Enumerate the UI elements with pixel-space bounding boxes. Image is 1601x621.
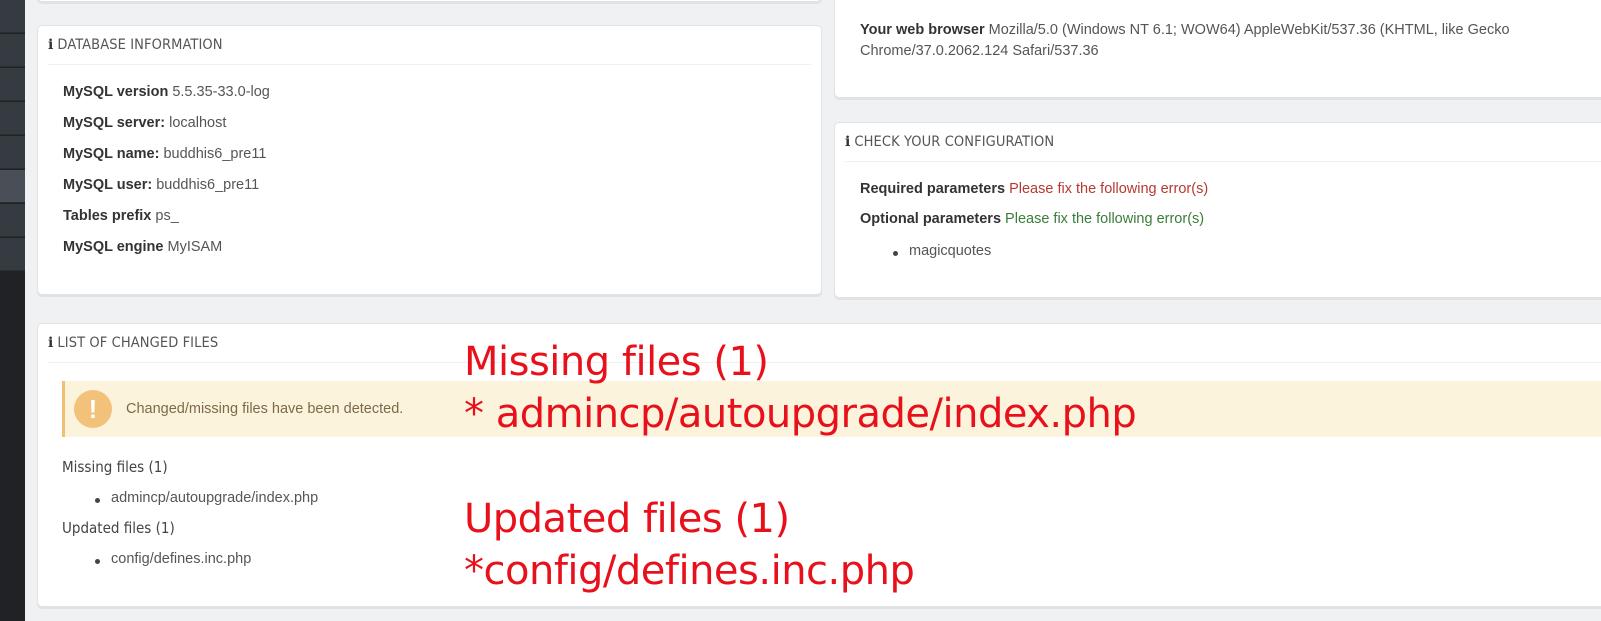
optional-status: Please fix the following error(s) xyxy=(1005,211,1205,227)
browser-line-1: Your web browser Mozilla/5.0 (Windows NT… xyxy=(860,22,1510,38)
browser-line-2: Chrome/37.0.2062.124 Safari/537.36 xyxy=(860,43,1099,59)
required-params-row: Required parameters Please fix the follo… xyxy=(860,181,1209,197)
database-panel: i DATABASE INFORMATION MySQL version 5.5.… xyxy=(37,25,822,295)
updated-files-heading: Updated files (1) xyxy=(62,519,175,537)
config-panel: i CHECK YOUR CONFIGURATION Required param… xyxy=(834,122,1601,298)
required-status: Please fix the following error(s) xyxy=(1009,181,1209,197)
sidebar-item[interactable] xyxy=(0,68,25,101)
annotation-missing-title: Missing files (1) xyxy=(464,339,769,385)
browser-panel: Your web browser Mozilla/5.0 (Windows NT… xyxy=(834,0,1601,98)
list-item: admincp/autoupgrade/index.php xyxy=(94,490,319,506)
db-row-server: MySQL server: localhost xyxy=(63,115,227,131)
sidebar-item[interactable] xyxy=(0,102,25,135)
db-row-version: MySQL version 5.5.35-33.0-log xyxy=(63,84,270,100)
annotation-updated-title: Updated files (1) xyxy=(464,496,790,542)
warning-icon: ! xyxy=(74,390,112,428)
db-row-engine: MySQL engine MyISAM xyxy=(63,239,223,255)
sidebar-item[interactable] xyxy=(0,238,25,271)
info-icon: i xyxy=(48,335,54,351)
info-icon: i xyxy=(845,134,851,150)
sidebar-item-active[interactable] xyxy=(0,170,25,203)
admin-sidebar xyxy=(0,0,25,621)
db-row-name: MySQL name: buddhis6_pre11 xyxy=(63,146,267,162)
sidebar-item[interactable] xyxy=(0,0,25,33)
panel-heading: i LIST OF CHANGED FILES xyxy=(48,324,1601,363)
db-row-prefix: Tables prefix ps_ xyxy=(63,208,179,224)
annotation-updated-item: *config/defines.inc.php xyxy=(464,548,915,594)
panel-heading: i DATABASE INFORMATION xyxy=(48,26,811,65)
panel-heading: i CHECK YOUR CONFIGURATION xyxy=(845,123,1601,162)
missing-files-heading: Missing files (1) xyxy=(62,458,168,476)
optional-params-row: Optional parameters Please fix the follo… xyxy=(860,211,1205,227)
list-item: magicquotes xyxy=(892,243,992,259)
db-row-user: MySQL user: buddhis6_pre11 xyxy=(63,177,260,193)
warning-text: Changed/missing files have been detected… xyxy=(126,401,404,417)
list-item: config/defines.inc.php xyxy=(94,551,252,567)
sidebar-item[interactable] xyxy=(0,34,25,67)
annotation-missing-item: * admincp/autoupgrade/index.php xyxy=(464,391,1137,437)
server-panel xyxy=(37,0,822,2)
sidebar-item[interactable] xyxy=(0,204,25,237)
info-icon: i xyxy=(48,37,54,53)
sidebar-item[interactable] xyxy=(0,136,25,169)
